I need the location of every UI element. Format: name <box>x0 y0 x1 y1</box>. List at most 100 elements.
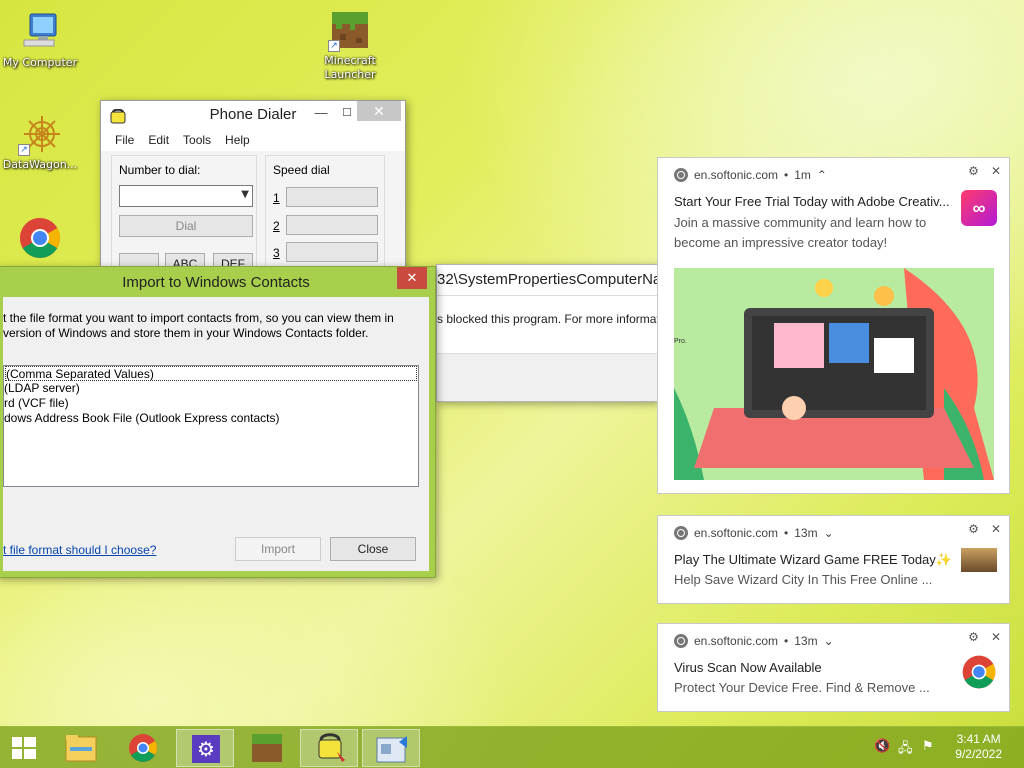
desktop-icon-label: DataWagon... <box>2 158 78 171</box>
taskbar-file-explorer[interactable] <box>52 729 110 767</box>
desktop-icon-minecraft-launcher[interactable]: ↗ Minecraft Launcher <box>310 8 390 82</box>
notification-title: Virus Scan Now Available <box>674 660 822 675</box>
dialog-title: Import to Windows Contacts <box>122 274 310 291</box>
gear-icon: ⚙ <box>192 735 220 763</box>
gear-icon[interactable]: ⚙ <box>968 630 979 644</box>
shortcut-arrow-icon: ↗ <box>18 144 30 156</box>
instruction-text: t the file format you want to import con… <box>3 311 394 341</box>
close-icon[interactable]: ✕ <box>991 522 1001 536</box>
separator-dot: • <box>784 634 789 648</box>
speed-dial-number-2: 2 <box>273 219 280 233</box>
notification-controls: ⚙ ✕ <box>968 164 1001 178</box>
import-contacts-dialog[interactable]: Import to Windows Contacts ✕ t the file … <box>0 266 436 578</box>
taskbar-minecraft[interactable] <box>238 729 296 767</box>
desktop-icon-datawagon[interactable]: ↗ DataWagon... <box>0 112 80 172</box>
close-button[interactable]: Close <box>330 537 416 561</box>
notification-wizard[interactable]: en.softonic.com • 13m ⌄ ⚙ ✕ Play The Ult… <box>657 515 1010 604</box>
notification-title: Play The Ultimate Wizard Game FREE Today… <box>674 552 952 567</box>
speed-dial-number-1: 1 <box>273 191 280 205</box>
dial-button[interactable]: Dial <box>119 215 253 237</box>
number-to-dial-combo[interactable]: ▼ <box>119 185 253 207</box>
notification-header: en.softonic.com • 13m ⌄ <box>674 526 834 540</box>
notification-time: 13m <box>794 634 818 648</box>
action-center-flag-icon[interactable]: ⚑ <box>922 739 934 754</box>
chrome-icon <box>129 734 157 762</box>
maximize-button[interactable]: ☐ <box>339 103 355 123</box>
minecraft-icon: ↗ <box>328 8 372 52</box>
list-item-ldap[interactable]: (LDAP server) <box>4 381 418 396</box>
computer-icon <box>18 10 62 54</box>
desktop-icon-chrome[interactable] <box>0 216 80 262</box>
taskbar-contacts-import[interactable] <box>362 729 420 767</box>
phone-dialer-app-icon <box>109 107 127 124</box>
title-bar[interactable]: Import to Windows Contacts ✕ <box>3 267 429 297</box>
notification-source: en.softonic.com <box>694 526 779 540</box>
window-title: Phone Dialer <box>209 106 297 123</box>
close-icon[interactable]: ✕ <box>397 267 427 289</box>
notification-time: 13m <box>794 526 818 540</box>
network-icon[interactable]: 🖧 <box>898 739 913 761</box>
chevron-down-icon[interactable]: ⌄ <box>824 634 834 648</box>
volume-muted-icon[interactable]: 🔇 <box>874 739 890 754</box>
chrome-icon <box>18 216 62 260</box>
menu-help[interactable]: Help <box>225 129 250 151</box>
title-bar[interactable]: Phone Dialer — ☐ ✕ <box>101 101 405 129</box>
chevron-up-icon[interactable]: ⌃ <box>817 168 827 182</box>
gear-icon[interactable]: ⚙ <box>968 164 979 178</box>
start-button[interactable] <box>0 729 48 767</box>
wizard-game-thumbnail <box>961 548 997 572</box>
number-to-dial-label: Number to dial: <box>119 163 201 177</box>
close-icon[interactable]: ✕ <box>991 630 1001 644</box>
taskbar-phone-dialer[interactable] <box>300 729 358 767</box>
close-icon[interactable]: ✕ <box>991 164 1001 178</box>
chevron-down-icon[interactable]: ⌄ <box>824 526 834 540</box>
chrome-icon <box>674 634 688 648</box>
menu-bar: File Edit Tools Help <box>101 129 405 151</box>
speed-dial-button-3[interactable] <box>286 242 378 262</box>
notification-source: en.softonic.com <box>694 168 779 182</box>
separator-dot: • <box>784 526 789 540</box>
minimize-button[interactable]: — <box>307 103 335 123</box>
phone-dialer-window[interactable]: Phone Dialer — ☐ ✕ File Edit Tools Help … <box>100 100 406 275</box>
taskbar-settings[interactable]: ⚙ <box>176 729 234 767</box>
system-clock[interactable]: 3:41 AM 9/2/2022 <box>955 732 1002 762</box>
phone-dialer-icon <box>318 733 345 762</box>
desktop-icon-my-computer[interactable]: My Computer <box>0 10 80 70</box>
menu-tools[interactable]: Tools <box>183 129 211 151</box>
import-button[interactable]: Import <box>235 537 321 561</box>
blocked-program-window[interactable]: 32\SystemPropertiesComputerNa s blocked … <box>436 264 658 402</box>
notification-adobe[interactable]: en.softonic.com • 1m ⌃ ⚙ ✕ Start Your Fr… <box>657 157 1010 494</box>
notification-controls: ⚙ ✕ <box>968 522 1001 536</box>
shortcut-arrow-icon: ↗ <box>328 40 340 52</box>
notification-image: Pro. <box>674 268 994 480</box>
menu-edit[interactable]: Edit <box>148 129 169 151</box>
menu-file[interactable]: File <box>115 129 134 151</box>
speed-dial-button-2[interactable] <box>286 215 378 235</box>
clock-time: 3:41 AM <box>956 732 1001 746</box>
speed-dial-button-1[interactable] <box>286 187 378 207</box>
desktop-icon-label: Minecraft Launcher <box>324 54 376 81</box>
dialog-body: t the file format you want to import con… <box>3 297 429 571</box>
close-button[interactable]: ✕ <box>357 101 401 121</box>
notification-time: 1m <box>794 168 811 182</box>
separator-dot: • <box>784 168 789 182</box>
notification-virus-scan[interactable]: en.softonic.com • 13m ⌄ ⚙ ✕ Virus Scan N… <box>657 623 1010 712</box>
help-link[interactable]: t file format should I choose? <box>3 543 156 557</box>
chevron-down-icon: ▼ <box>241 189 249 200</box>
blocked-window-footer <box>437 353 657 401</box>
chrome-icon <box>674 168 688 182</box>
taskbar-chrome[interactable] <box>114 729 172 767</box>
adobe-creative-cloud-icon: ∞ <box>961 190 997 226</box>
list-item-wab[interactable]: dows Address Book File (Outlook Express … <box>4 411 418 426</box>
list-item-csv[interactable]: (Comma Separated Values) <box>5 366 417 381</box>
windows-logo-icon <box>12 737 36 759</box>
list-item-vcf[interactable]: rd (VCF file) <box>4 396 418 411</box>
gear-icon[interactable]: ⚙ <box>968 522 979 536</box>
desktop-icon-label: My Computer <box>2 56 78 69</box>
taskbar: ⚙ 🔇 🖧 ⚑ 3:41 AM 9/2/2022 <box>0 726 1024 768</box>
notification-body: Join a massive community and learn how t… <box>674 215 927 230</box>
format-listbox[interactable]: (Comma Separated Values) (LDAP server) r… <box>3 365 419 487</box>
contacts-import-icon <box>376 736 407 763</box>
folder-icon <box>65 735 97 762</box>
notification-title: Start Your Free Trial Today with Adobe C… <box>674 194 950 209</box>
